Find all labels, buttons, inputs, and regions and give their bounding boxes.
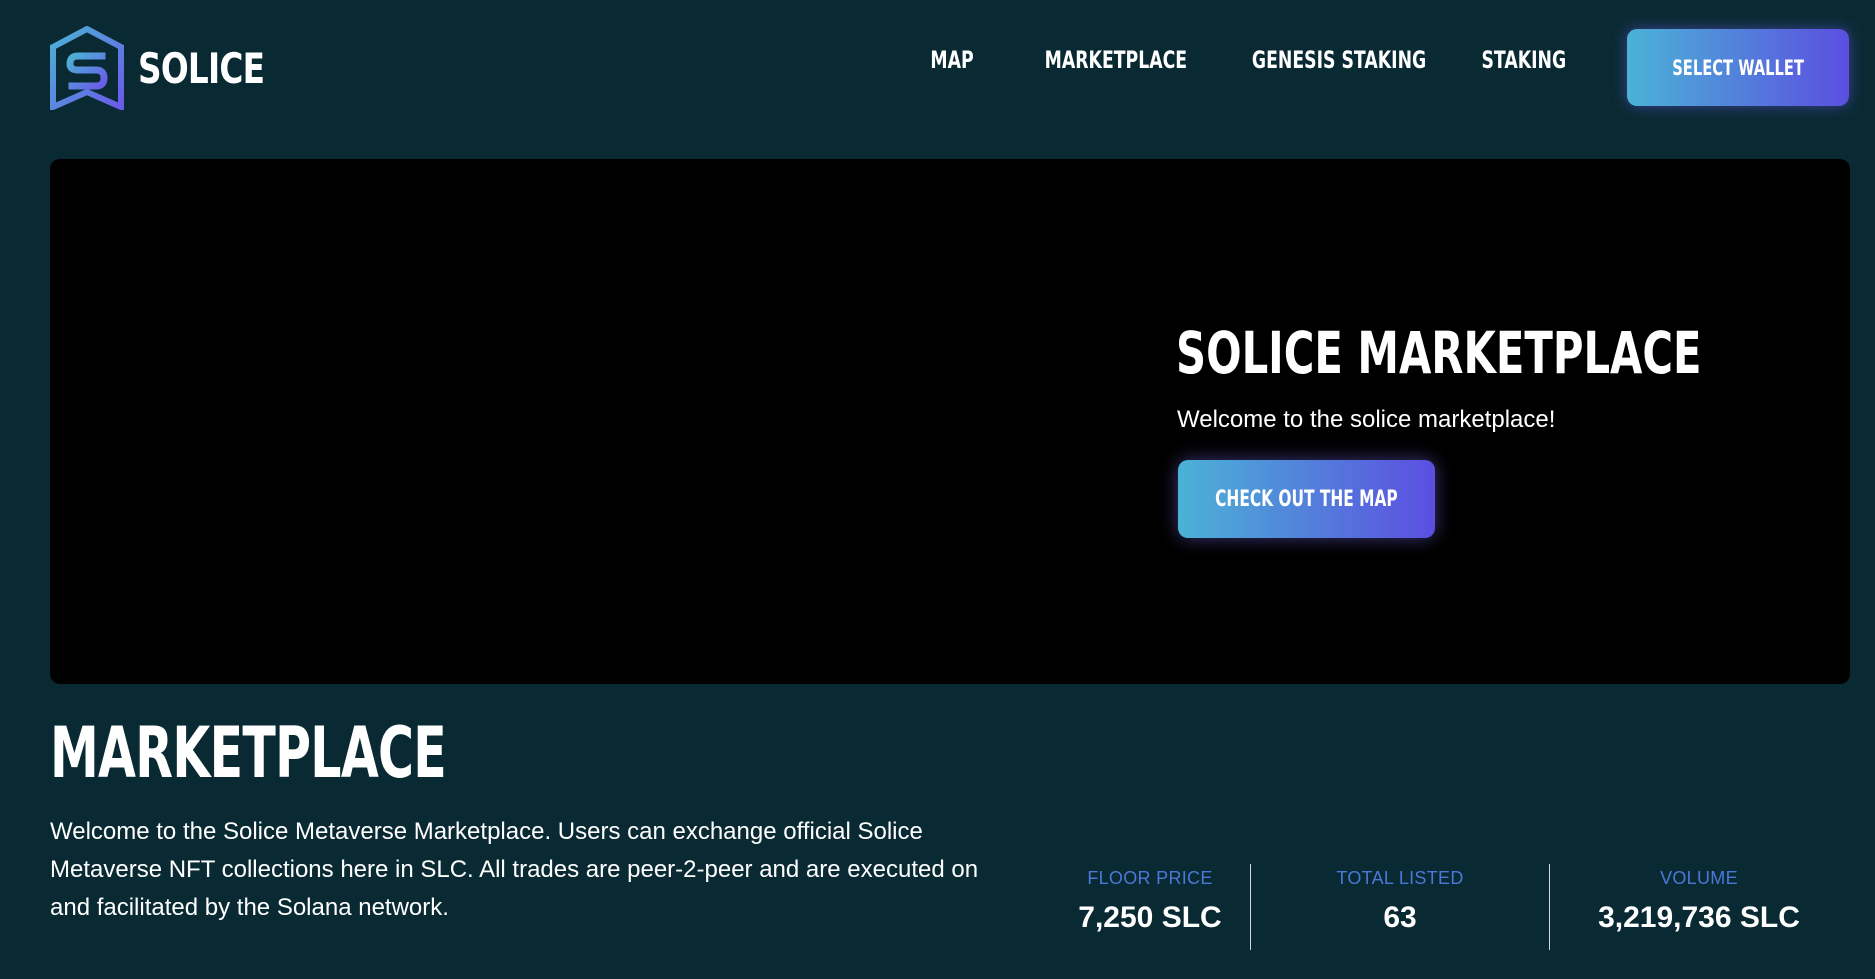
- select-wallet-label: SELECT WALLET: [1672, 55, 1804, 80]
- page: SOLICE MAP MARKETPLACE GENESIS STAKING S…: [0, 0, 1875, 979]
- nav-item-map[interactable]: MAP: [930, 46, 973, 74]
- brand-name: SOLICE: [138, 43, 265, 93]
- stat-volume: VOLUME 3,219,736 SLC: [1549, 864, 1849, 950]
- hero-title: SOLICE MARKETPLACE: [1176, 319, 1702, 387]
- hero-banner: SOLICE MARKETPLACE Welcome to the solice…: [50, 159, 1850, 684]
- select-wallet-button[interactable]: SELECT WALLET: [1627, 29, 1849, 106]
- stat-total-listed: TOTAL LISTED 63: [1250, 864, 1550, 950]
- nav-item-marketplace[interactable]: MARKETPLACE: [1045, 46, 1187, 74]
- stat-value: 3,219,736 SLC: [1598, 901, 1800, 934]
- hero-subtitle: Welcome to the solice marketplace!: [1177, 406, 1556, 433]
- nav-item-genesis-staking[interactable]: GENESIS STAKING: [1252, 46, 1426, 74]
- stat-label: VOLUME: [1660, 868, 1738, 888]
- solice-logo-icon: [50, 26, 124, 110]
- brand-logo-link[interactable]: SOLICE: [50, 26, 300, 110]
- check-out-map-label: CHECK OUT THE MAP: [1215, 486, 1398, 512]
- marketplace-stats: FLOOR PRICE 7,250 SLC TOTAL LISTED 63 VO…: [1000, 864, 1800, 950]
- site-header: SOLICE MAP MARKETPLACE GENESIS STAKING S…: [0, 0, 1875, 140]
- section-title: MARKETPLACE: [50, 712, 447, 794]
- check-out-map-button[interactable]: CHECK OUT THE MAP: [1178, 460, 1435, 538]
- stat-label: TOTAL LISTED: [1336, 868, 1464, 888]
- section-description: Welcome to the Solice Metaverse Marketpl…: [50, 818, 979, 921]
- stat-value: 63: [1383, 901, 1417, 934]
- nav-item-staking[interactable]: STAKING: [1481, 46, 1566, 74]
